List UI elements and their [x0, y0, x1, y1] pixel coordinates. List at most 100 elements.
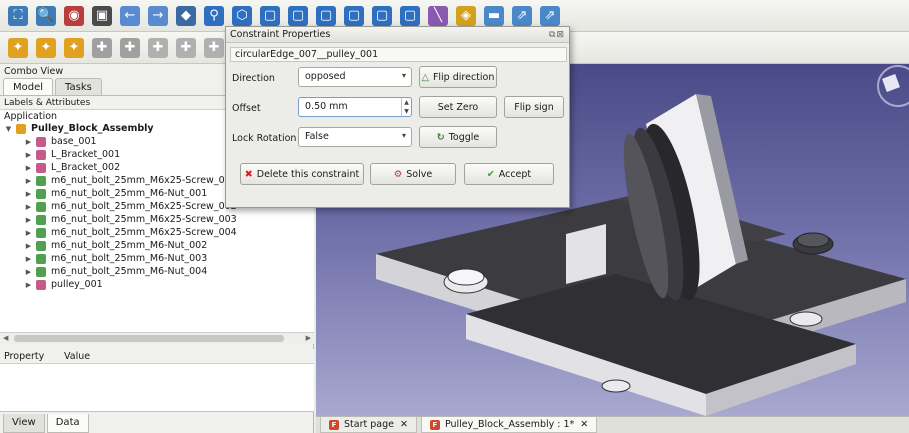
tree-item-label: m6_nut_bolt_25mm_M6-Nut_004: [51, 266, 208, 277]
measure-icon[interactable]: ╲: [428, 5, 448, 26]
navigation-cube-icon: [877, 65, 909, 107]
expand-arrow-icon[interactable]: ▶: [24, 203, 33, 211]
link-icon[interactable]: ⇗: [512, 5, 532, 26]
tab-model[interactable]: Model: [3, 78, 54, 95]
part-icon: [36, 175, 46, 186]
point-constraint-icon[interactable]: ✚: [92, 37, 112, 58]
part-icon: [36, 188, 46, 199]
tab-view[interactable]: View: [3, 414, 45, 433]
fit-selection-icon[interactable]: 🔍: [36, 5, 56, 26]
tree-item-label: L_Bracket_001: [51, 149, 121, 160]
view-axo-icon[interactable]: ⬡: [232, 5, 252, 26]
part-icon: [36, 227, 46, 238]
flip-direction-button[interactable]: △ Flip direction: [419, 66, 497, 88]
dialog-titlebar[interactable]: Constraint Properties ⧉⊠: [226, 27, 569, 43]
axial-constraint-icon[interactable]: ✚: [176, 37, 196, 58]
tree-item-label: m6_nut_bolt_25mm_M6x25-Screw_002: [51, 201, 237, 212]
tab-document-label: Pulley_Block_Assembly : 1*: [444, 419, 575, 430]
accept-button[interactable]: ✔ Accept: [464, 163, 554, 185]
part-icon: [36, 214, 46, 225]
tab-data[interactable]: Data: [46, 414, 89, 433]
expand-arrow-icon[interactable]: ▶: [24, 255, 33, 263]
tree-item[interactable]: ▶ m6_nut_bolt_25mm_M6-Nut_003: [0, 252, 314, 265]
direction-select[interactable]: opposed ▾: [298, 67, 412, 87]
tree-item[interactable]: ▶ m6_nut_bolt_25mm_M6x25-Screw_004: [0, 226, 314, 239]
tree-item-label: m6_nut_bolt_25mm_M6x25-Screw_001: [51, 175, 237, 186]
offset-spinbox[interactable]: 0.50 mm ▲ ▼: [298, 97, 412, 117]
part-icon: [36, 136, 46, 147]
expand-arrow-icon[interactable]: ▶: [24, 268, 33, 276]
freecad-icon: F: [429, 419, 440, 430]
tree-item-label: m6_nut_bolt_25mm_M6-Nut_003: [51, 253, 208, 264]
accept-label: Accept: [498, 168, 532, 180]
lock-rotation-value: False: [305, 131, 329, 142]
workbench-icon[interactable]: ◆: [176, 5, 196, 26]
tab-start-page[interactable]: F Start page ✕: [320, 417, 417, 433]
view-bottom-icon[interactable]: ▢: [372, 5, 392, 26]
plane-constraint-icon[interactable]: ✚: [148, 37, 168, 58]
bounding-box-icon[interactable]: ▣: [92, 5, 112, 26]
offset-value: 0.50 mm: [305, 101, 348, 112]
scroll-right-icon[interactable]: ▶: [306, 334, 311, 342]
spin-arrows-icon[interactable]: ▲ ▼: [401, 98, 411, 116]
part-icon: [36, 253, 46, 264]
view-front-icon[interactable]: ▢: [260, 5, 280, 26]
view-right-icon[interactable]: ▢: [316, 5, 336, 26]
tree-item[interactable]: ▶ m6_nut_bolt_25mm_M6-Nut_002: [0, 239, 314, 252]
view-left-icon[interactable]: ▢: [400, 5, 420, 26]
tab-tasks[interactable]: Tasks: [55, 78, 102, 95]
expand-arrow-icon[interactable]: ▶: [24, 138, 33, 146]
insert-part-icon[interactable]: ✦: [36, 37, 56, 58]
flip-sign-button[interactable]: Flip sign: [504, 96, 564, 118]
tree-item-label: m6_nut_bolt_25mm_M6x25-Screw_003: [51, 214, 237, 225]
scrollbar-thumb[interactable]: [14, 335, 284, 342]
draw-style-icon[interactable]: ◉: [64, 5, 84, 26]
set-zero-button[interactable]: Set Zero: [419, 96, 497, 118]
expand-arrow-icon[interactable]: ▶: [24, 242, 33, 250]
tree-item[interactable]: ▶ m6_nut_bolt_25mm_M6x25-Screw_003: [0, 213, 314, 226]
angle-constraint-icon[interactable]: ✚: [204, 37, 224, 58]
solve-button[interactable]: ⚙ Solve: [370, 163, 456, 185]
expand-arrow-icon[interactable]: ▶: [24, 281, 33, 289]
link-actions-icon[interactable]: ⇗: [540, 5, 560, 26]
solve-icon: ⚙: [393, 168, 403, 180]
checkmark-icon: ✔: [486, 168, 495, 180]
value-column-header: Value: [64, 351, 91, 362]
tree-item-label: pulley_001: [51, 279, 103, 290]
fit-all-icon[interactable]: ⛶: [8, 5, 28, 26]
warning-triangle-icon: △: [421, 71, 429, 83]
expand-arrow-icon[interactable]: ▶: [24, 164, 33, 172]
dialog-window-controls-icon[interactable]: ⧉⊠: [549, 30, 565, 40]
view-rear-icon[interactable]: ▢: [344, 5, 364, 26]
expand-arrow-icon[interactable]: ▶: [24, 177, 33, 185]
folder-icon[interactable]: ▬: [484, 5, 504, 26]
tree-item-label: m6_nut_bolt_25mm_M6x25-Screw_004: [51, 227, 237, 238]
tree-item[interactable]: ▶ pulley_001: [0, 278, 314, 291]
expand-arrow-icon[interactable]: ▶: [24, 216, 33, 224]
tab-pulley-block-assembly[interactable]: F Pulley_Block_Assembly : 1* ✕: [420, 417, 598, 433]
expand-arrow-icon[interactable]: ▶: [24, 151, 33, 159]
close-icon[interactable]: ✕: [580, 419, 588, 430]
scroll-left-icon[interactable]: ◀: [3, 334, 8, 342]
lock-rotation-select[interactable]: False ▾: [298, 127, 412, 147]
tree-horizontal-scrollbar[interactable]: ◀ ▶: [0, 332, 314, 344]
tree-root-label: Pulley_Block_Assembly: [31, 123, 154, 134]
forward-icon[interactable]: →: [148, 5, 168, 26]
tree-item[interactable]: ▶ m6_nut_bolt_25mm_M6-Nut_004: [0, 265, 314, 278]
part-icon[interactable]: ◈: [456, 5, 476, 26]
circular-edge-icon[interactable]: ✚: [120, 37, 140, 58]
add-part-icon[interactable]: ✦: [64, 37, 84, 58]
assembly-icon[interactable]: ✦: [8, 37, 28, 58]
zoom-icon[interactable]: ⚲: [204, 5, 224, 26]
constraint-name-field[interactable]: circularEdge_007__pulley_001: [230, 47, 567, 62]
expand-arrow-icon[interactable]: ▼: [4, 125, 13, 133]
delete-constraint-button[interactable]: ✖ Delete this constraint: [240, 163, 364, 185]
back-icon[interactable]: ←: [120, 5, 140, 26]
direction-label: Direction: [232, 73, 275, 84]
toggle-button[interactable]: ↻ Toggle: [419, 126, 497, 148]
expand-arrow-icon[interactable]: ▶: [24, 229, 33, 237]
toggle-icon: ↻: [436, 131, 445, 143]
close-icon[interactable]: ✕: [400, 419, 408, 430]
view-top-icon[interactable]: ▢: [288, 5, 308, 26]
expand-arrow-icon[interactable]: ▶: [24, 190, 33, 198]
